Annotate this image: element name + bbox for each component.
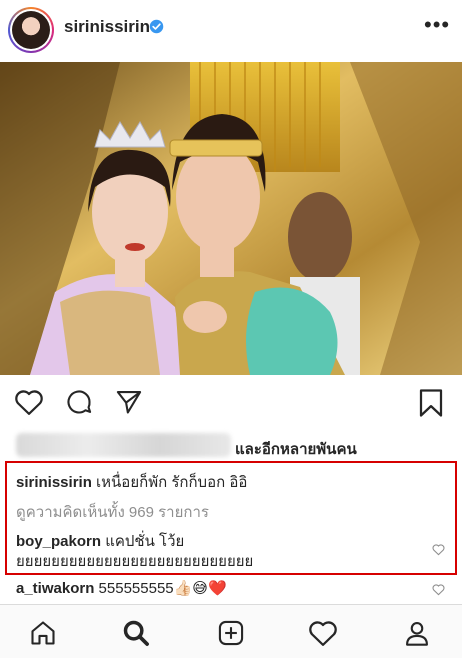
comment-item: boy_pakorn แคปชั่น โว้ยยยยยยยยยยยยยยยยยย… bbox=[16, 532, 416, 572]
likes-summary[interactable]: และอีกหลายพันคน bbox=[16, 433, 456, 459]
post-photo-illustration bbox=[0, 62, 462, 375]
bottom-tab-bar bbox=[0, 604, 462, 658]
avatar[interactable] bbox=[8, 7, 54, 53]
likes-others-label: และอีกหลายพันคน bbox=[235, 441, 357, 458]
bookmark-icon[interactable] bbox=[417, 388, 445, 418]
comment-username[interactable]: a_tiwakorn bbox=[16, 580, 94, 597]
view-all-comments-link[interactable]: ดูความคิดเห็นทั้ง 969 รายการ bbox=[16, 500, 209, 524]
post-header: sirinissirin ••• bbox=[0, 0, 462, 62]
verified-badge-icon bbox=[149, 19, 164, 34]
action-bar bbox=[0, 380, 462, 426]
caption-username[interactable]: sirinissirin bbox=[16, 474, 92, 491]
post-caption: sirinissirin เหนื่อยก็พัก รักก็บอก อิอิ bbox=[16, 470, 247, 494]
post-username[interactable]: sirinissirin bbox=[64, 17, 150, 37]
caption-text: เหนื่อยก็พัก รักก็บอก อิอิ bbox=[91, 474, 248, 491]
comment-username[interactable]: boy_pakorn bbox=[16, 533, 101, 550]
post-photo[interactable] bbox=[0, 62, 462, 375]
comment-item: a_tiwakorn 555555555👍🏻😅❤️ bbox=[16, 579, 227, 597]
activity-heart-icon[interactable] bbox=[308, 619, 338, 647]
more-options-icon[interactable]: ••• bbox=[424, 14, 450, 36]
comment-text: 555555555 bbox=[94, 580, 174, 597]
send-icon[interactable] bbox=[114, 388, 144, 416]
comment-like-heart-icon[interactable] bbox=[432, 543, 445, 556]
heart-icon[interactable] bbox=[14, 388, 44, 416]
search-icon[interactable] bbox=[121, 619, 151, 647]
blurred-likers bbox=[16, 433, 231, 457]
comment-emoji: 👍🏻😅❤️ bbox=[173, 580, 227, 597]
new-post-icon[interactable] bbox=[216, 619, 246, 647]
home-icon[interactable] bbox=[28, 619, 58, 647]
profile-icon[interactable] bbox=[402, 619, 432, 647]
comment-icon[interactable] bbox=[64, 388, 94, 416]
comment-like-heart-icon[interactable] bbox=[432, 583, 445, 596]
